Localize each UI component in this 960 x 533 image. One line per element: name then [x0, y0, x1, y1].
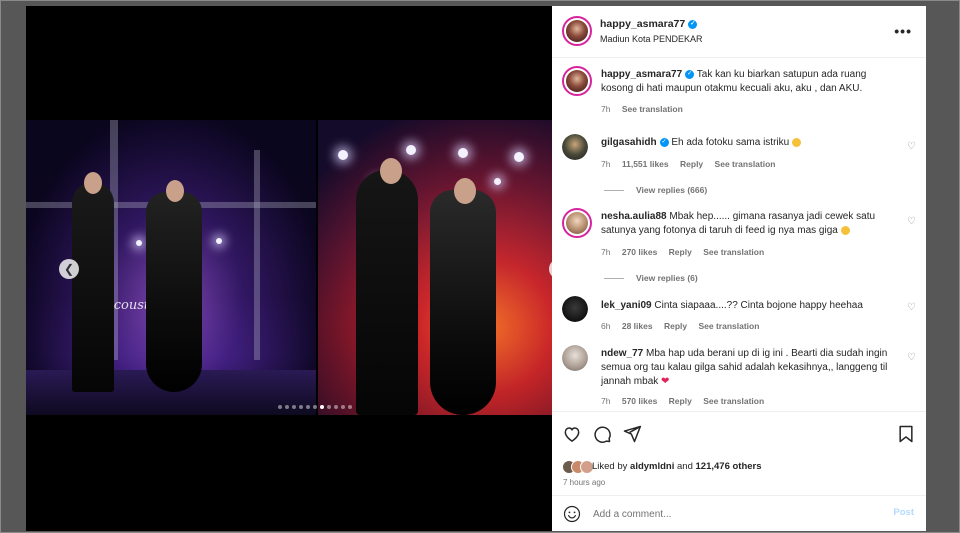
reply-button[interactable]: Reply	[669, 247, 692, 257]
comments-list[interactable]: happy_asmara77 ✓ Tak kan ku biarkan satup…	[552, 58, 926, 411]
comment-like-heart-icon[interactable]: ♡	[907, 141, 916, 152]
comment-username[interactable]: gilgasahidh	[601, 137, 657, 148]
crying-face-icon	[791, 137, 801, 147]
comment-text: Cinta siapaaa....?? Cinta bojone happy h…	[654, 300, 863, 311]
smiley-icon[interactable]	[563, 505, 581, 523]
carousel-dot	[299, 405, 303, 409]
caption-username[interactable]: happy_asmara77	[601, 69, 682, 80]
comment-username[interactable]: ndew_77	[601, 348, 643, 359]
heart-icon[interactable]	[562, 424, 582, 444]
liked-by-avatars[interactable]	[562, 460, 594, 474]
carousel-dot	[341, 405, 345, 409]
post-media: acoustic ❮ ❯	[26, 6, 552, 531]
carousel-dot	[292, 405, 296, 409]
liked-by-user[interactable]: aldymldni	[630, 461, 674, 472]
post-timestamp[interactable]: 7 hours ago	[563, 478, 605, 487]
performer-man	[356, 170, 418, 415]
view-replies-label: View replies (6)	[636, 273, 698, 283]
liked-by-and: and	[677, 461, 693, 472]
carousel-photo-right	[318, 120, 552, 415]
comment-time: 6h	[601, 321, 611, 331]
post-author[interactable]: happy_asmara77 ✓	[600, 18, 698, 30]
reply-button[interactable]: Reply	[680, 159, 703, 169]
post-side-panel: happy_asmara77 ✓ Madiun Kota PENDEKAR •••…	[552, 6, 926, 531]
performer-woman	[146, 192, 202, 392]
comment-like-heart-icon[interactable]: ♡	[907, 302, 916, 313]
carousel-prev-button[interactable]: ❮	[59, 259, 79, 279]
comment-input[interactable]	[593, 504, 873, 524]
comment-likes[interactable]: 28 likes	[622, 321, 653, 331]
liked-by-summary: Liked by aldymldni and 121,476 others	[592, 461, 762, 472]
comment-like-heart-icon[interactable]: ♡	[907, 352, 916, 363]
red-heart-icon: ❤	[661, 376, 670, 387]
reply-button[interactable]: Reply	[669, 396, 692, 406]
post-comment-button[interactable]: Post	[893, 507, 914, 518]
view-replies-button[interactable]: View replies (6)	[604, 273, 698, 283]
comment-likes[interactable]: 270 likes	[622, 247, 657, 257]
comment-time: 7h	[601, 159, 611, 169]
carousel-dot	[313, 405, 317, 409]
avatar[interactable]	[562, 16, 592, 46]
post-author-username[interactable]: happy_asmara77	[600, 18, 685, 30]
carousel-dot	[334, 405, 338, 409]
chevron-left-icon: ❮	[63, 262, 75, 276]
post-location[interactable]: Madiun Kota PENDEKAR	[600, 34, 703, 44]
avatar[interactable]	[562, 296, 588, 322]
avatar[interactable]	[562, 208, 592, 238]
comment-username[interactable]: lek_yani09	[601, 300, 652, 311]
view-replies-label: View replies (666)	[636, 185, 708, 195]
avatar[interactable]	[562, 66, 592, 96]
verified-icon: ✓	[688, 19, 698, 29]
comment-time: 7h	[601, 396, 611, 406]
view-replies-button[interactable]: View replies (666)	[604, 185, 707, 195]
caption-time: 7h	[601, 104, 611, 114]
carousel-dot	[278, 405, 282, 409]
liked-by-prefix: Liked by	[592, 461, 628, 472]
liked-by-others[interactable]: 121,476 others	[696, 461, 762, 472]
see-translation-link[interactable]: See translation	[698, 321, 759, 331]
carousel-dot	[285, 405, 289, 409]
verified-icon: ✓	[659, 137, 669, 147]
see-translation-link[interactable]: See translation	[622, 104, 683, 114]
bookmark-icon[interactable]	[896, 424, 916, 444]
comment-username[interactable]: nesha.aulia88	[601, 211, 667, 222]
performer-man	[72, 182, 114, 392]
verified-icon: ✓	[685, 69, 695, 79]
comment-likes[interactable]: 11,551 likes	[622, 159, 669, 169]
see-translation-link[interactable]: See translation	[715, 159, 776, 169]
see-translation-link[interactable]: See translation	[703, 247, 764, 257]
more-horizontal-icon[interactable]: •••	[894, 23, 912, 39]
comment-icon[interactable]	[592, 424, 612, 444]
heart-eyes-icon	[840, 225, 850, 235]
carousel-dot	[320, 405, 324, 409]
carousel-dot	[348, 405, 352, 409]
comment-text: Mba hap uda berani up di ig ini . Bearti…	[601, 348, 888, 387]
carousel-indicator	[278, 405, 352, 409]
comment-text: Eh ada fotoku sama istriku	[671, 137, 790, 148]
comment-like-heart-icon[interactable]: ♡	[907, 216, 916, 227]
share-icon[interactable]	[622, 424, 642, 444]
add-comment-bar: Post	[552, 495, 926, 531]
comment-time: 7h	[601, 247, 611, 257]
carousel-dot	[306, 405, 310, 409]
reply-button[interactable]: Reply	[664, 321, 687, 331]
post-header: happy_asmara77 ✓ Madiun Kota PENDEKAR •••	[552, 6, 926, 58]
post-actions-bar: Liked by aldymldni and 121,476 others 7 …	[552, 411, 926, 495]
avatar[interactable]	[562, 134, 588, 160]
comment-likes[interactable]: 570 likes	[622, 396, 657, 406]
performer-woman	[430, 190, 496, 415]
avatar[interactable]	[562, 345, 588, 371]
see-translation-link[interactable]: See translation	[703, 396, 764, 406]
carousel-dot	[327, 405, 331, 409]
